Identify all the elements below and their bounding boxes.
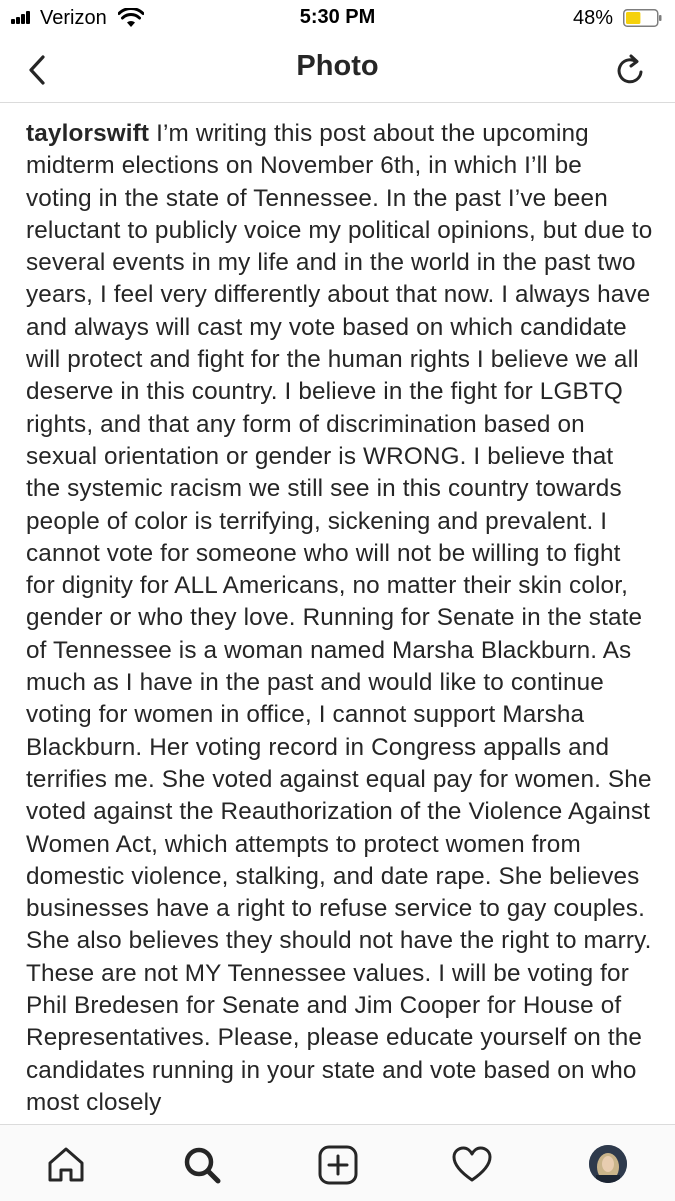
battery-icon <box>623 9 662 27</box>
tab-search[interactable] <box>180 1143 224 1187</box>
caption-container: taylorswift I’m writing this post about … <box>0 118 675 1123</box>
profile-avatar[interactable] <box>589 1145 627 1183</box>
status-bar: Verizon 5:30 PM 48% <box>0 0 675 40</box>
profile-avatar-image <box>589 1145 627 1183</box>
tab-activity[interactable] <box>450 1143 494 1187</box>
bottom-tab-bar <box>0 1124 675 1201</box>
tab-new-post[interactable] <box>316 1143 360 1187</box>
heart-icon <box>452 1146 492 1182</box>
home-icon <box>48 1147 84 1182</box>
page-title: Photo <box>296 50 379 82</box>
new-post-icon <box>318 1145 358 1185</box>
refresh-icon[interactable] <box>615 52 647 88</box>
photo-header: Photo <box>0 40 675 103</box>
caption-username[interactable]: taylorswift <box>26 120 149 147</box>
post-caption: taylorswift I’m writing this post about … <box>0 118 675 1119</box>
tab-home[interactable] <box>44 1143 88 1187</box>
battery-percentage: 48% <box>572 7 613 29</box>
search-icon <box>184 1147 221 1184</box>
caption-text: I’m writing this post about the upcoming… <box>26 120 653 1116</box>
